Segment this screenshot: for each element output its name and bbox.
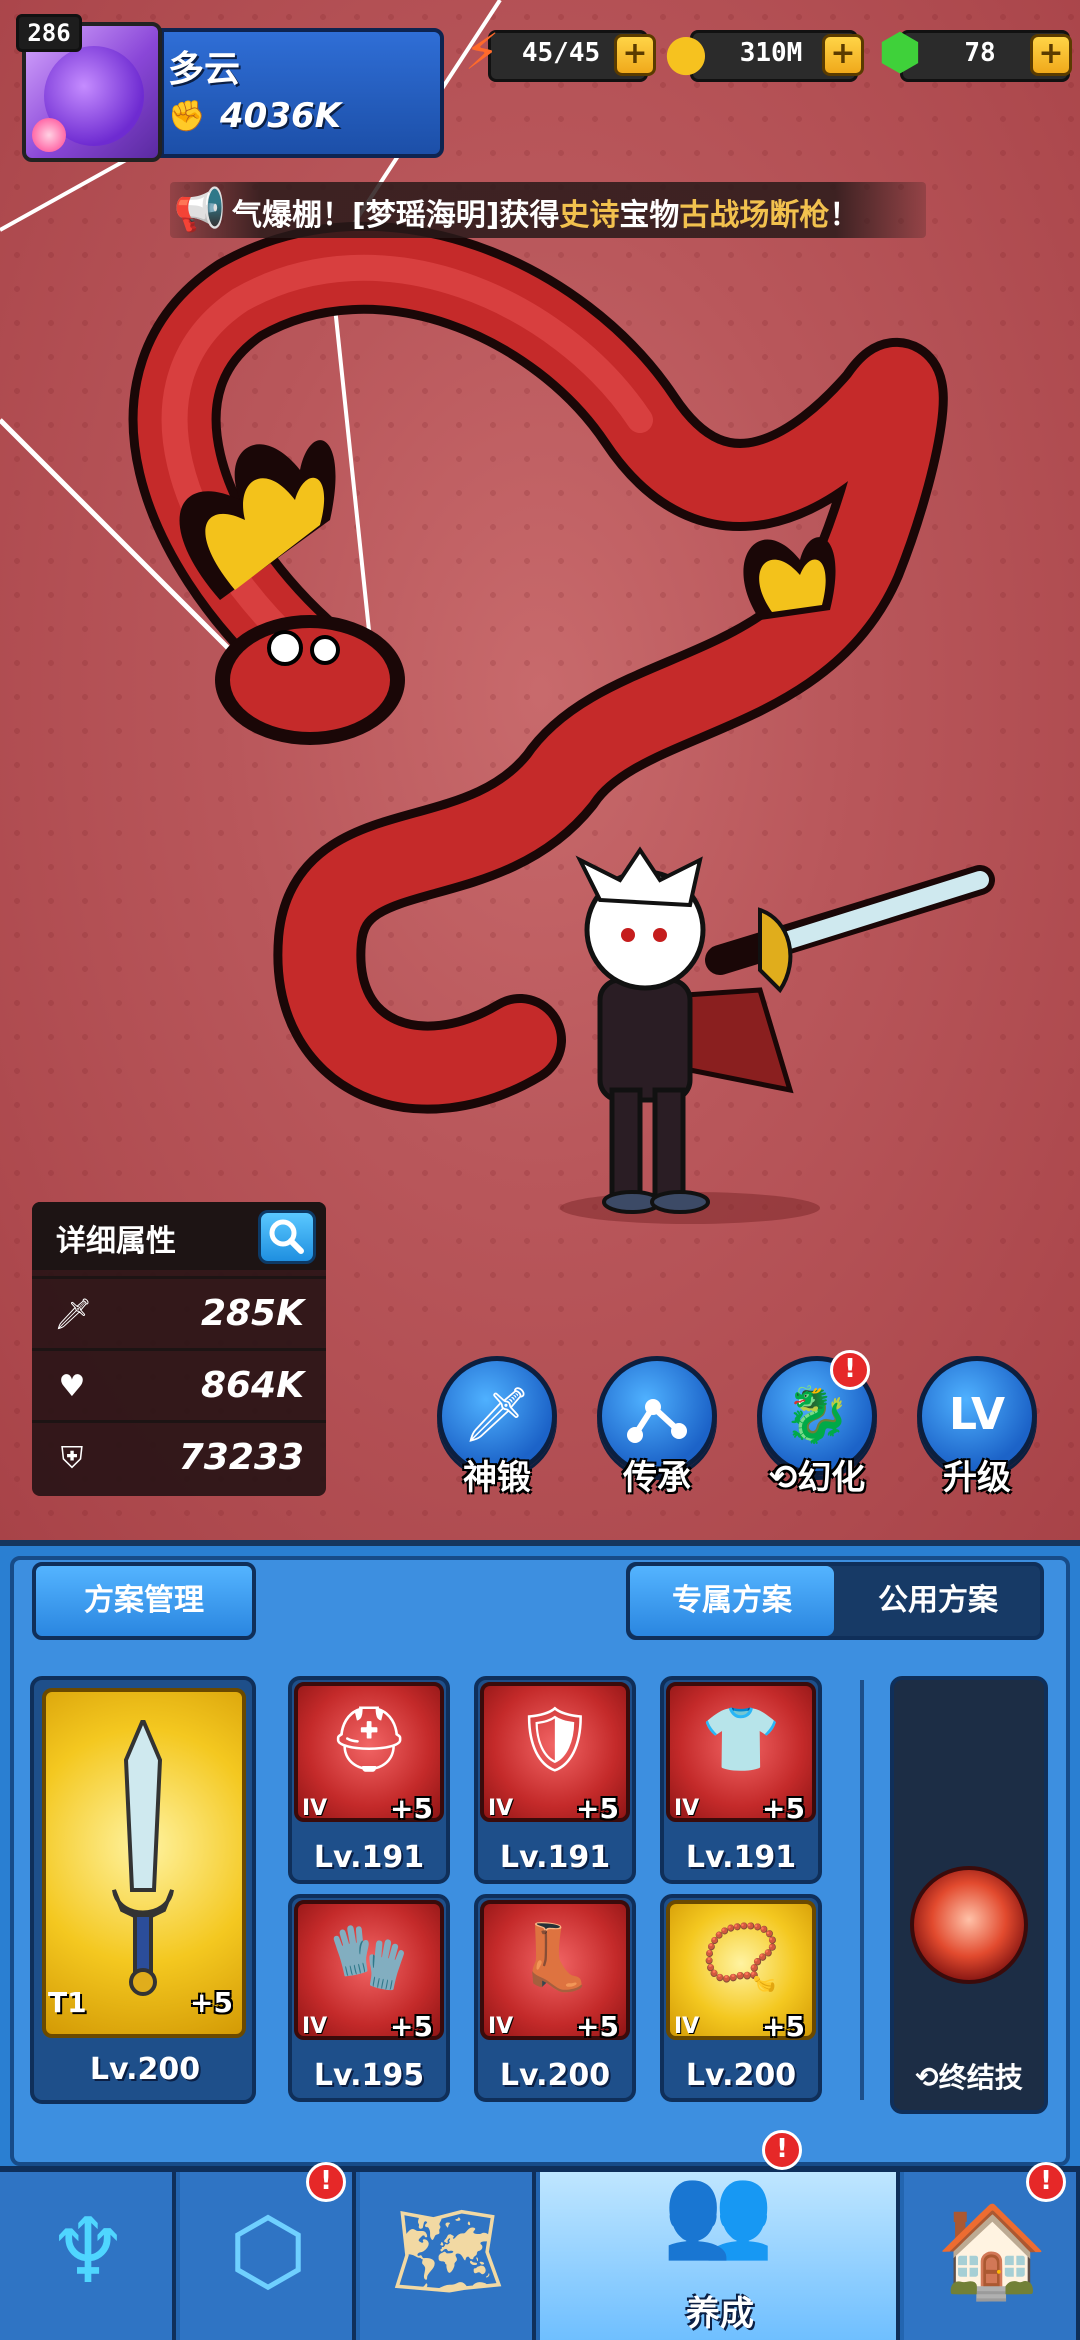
nav-item-map[interactable]: 🗺 xyxy=(360,2172,536,2340)
chest-plus: +5 xyxy=(762,1792,805,1825)
player-power: 4036K xyxy=(220,96,341,136)
plan-manage-button[interactable]: 方案管理 xyxy=(32,1562,256,1640)
weapon-level: Lv.200 xyxy=(89,2052,201,2087)
chest-tag: IV xyxy=(674,1796,700,1821)
stat-row-defense: ⛨ 73233 xyxy=(32,1420,326,1492)
avatar-flower-decoration xyxy=(32,118,66,152)
boots-plus: +5 xyxy=(576,2010,619,2043)
treasure-map-icon: 🗺 xyxy=(390,2199,506,2304)
develop-alert-badge: ! xyxy=(762,2130,802,2170)
stat-row-attack: 🗡 285K xyxy=(32,1276,326,1348)
nav-develop-label: 养成 xyxy=(686,2294,754,2334)
tab-public-plan[interactable]: 公用方案 xyxy=(836,1566,1040,1636)
fist-power-icon: ✊ xyxy=(168,99,206,134)
shield-icon: ⛨ xyxy=(60,1441,84,1476)
chest-level: Lv.191 xyxy=(685,1840,797,1875)
crystal-tower-icon: ♆ xyxy=(47,2199,129,2304)
broadcast-suffix: ！ xyxy=(829,198,860,233)
helmet-plus: +5 xyxy=(390,1792,433,1825)
weapon-plus: +5 xyxy=(190,1986,233,2019)
level-up-button[interactable]: LV 升级 xyxy=(914,1356,1040,1499)
heart-icon: ♥ xyxy=(58,1369,86,1404)
boots-icon: 👢 xyxy=(515,1921,595,1995)
upgrade-alert-badge: ! xyxy=(306,2162,346,2202)
panel-divider xyxy=(860,1680,864,2100)
lightning-icon: ⚡ xyxy=(464,23,500,81)
golden-sword-icon xyxy=(112,1720,174,1996)
shop-alert-badge: ! xyxy=(1026,2162,1066,2202)
level-up-label: 升级 xyxy=(943,1458,1011,1498)
house-icon: 🏠 xyxy=(935,2199,1049,2304)
flame-skill-icon xyxy=(910,1866,1028,1984)
attack-sword-icon: 🗡 xyxy=(54,1297,93,1332)
inherit-label: 传承 xyxy=(623,1458,691,1498)
player-name: 多云 xyxy=(168,49,241,90)
megaphone-icon: 📢 xyxy=(173,185,227,234)
stamina-value: 45/45 xyxy=(521,38,601,68)
finishing-skill-label: ⟲终结技 xyxy=(915,2061,1023,2094)
broadcast-text: 气爆棚！[梦瑶海明]获得史诗宝物古战场断枪！ xyxy=(232,190,859,234)
gauntlet-level: Lv.195 xyxy=(313,2058,425,2093)
gold-value: 310M xyxy=(739,38,803,68)
helmet-level: Lv.191 xyxy=(313,1840,425,1875)
forge-label: 神锻 xyxy=(463,1458,531,1498)
gauntlet-plus: +5 xyxy=(390,2010,433,2043)
armor-plus: +5 xyxy=(576,1792,619,1825)
magnifier-icon xyxy=(269,1219,304,1254)
armor-level: Lv.191 xyxy=(499,1840,611,1875)
chest-icon: 👕 xyxy=(701,1703,781,1777)
add-gems-button[interactable]: + xyxy=(1030,34,1072,76)
tab-exclusive-plan[interactable]: 专属方案 xyxy=(630,1566,834,1636)
necklace-tag: IV xyxy=(674,2014,700,2039)
gold-coin-icon: ● xyxy=(664,23,708,81)
hero-character xyxy=(560,846,995,1224)
forge-button[interactable]: 🗡 神锻 xyxy=(434,1356,560,1499)
broadcast-prefix: 气爆棚！[梦瑶海明]获得 xyxy=(232,198,560,233)
attack-value: 285K xyxy=(200,1293,304,1334)
character-group-icon: 👥 xyxy=(661,2159,775,2264)
armor-icon: 🛡 xyxy=(514,1703,596,1777)
armor-tag: IV xyxy=(488,1796,514,1821)
add-gold-button[interactable]: + xyxy=(822,34,864,76)
helmet-icon: ⛑ xyxy=(328,1703,410,1777)
necklace-plus: +5 xyxy=(762,2010,805,2043)
transform-label: ⟲幻化 xyxy=(768,1458,866,1498)
nav-item-battle[interactable]: ♆ xyxy=(0,2172,176,2340)
stats-panel: 详细属性 🗡 285K ♥ 864K ⛨ 73233 xyxy=(32,1202,326,1496)
weapon-tier: T1 xyxy=(48,1986,87,2019)
boots-level: Lv.200 xyxy=(499,2058,611,2093)
stat-row-health: ♥ 864K xyxy=(32,1348,326,1420)
gauntlet-icon: 🧤 xyxy=(329,1921,409,1995)
transform-alert-badge: ! xyxy=(830,1350,870,1390)
green-gem-icon: ⬢ xyxy=(878,23,922,81)
defense-value: 73233 xyxy=(178,1437,304,1478)
broadcast-rarity: 史诗 xyxy=(559,198,620,233)
health-value: 864K xyxy=(200,1365,304,1406)
necklace-level: Lv.200 xyxy=(685,2058,797,2093)
rune-hexagon-icon: ⬡ xyxy=(228,2199,308,2304)
add-stamina-button[interactable]: + xyxy=(614,34,656,76)
player-level-badge: 286 xyxy=(16,14,82,52)
helmet-tag: IV xyxy=(302,1796,328,1821)
gauntlet-tag: IV xyxy=(302,2014,328,2039)
inherit-button[interactable]: 传承 xyxy=(594,1356,720,1499)
stats-detail-button[interactable] xyxy=(258,1210,316,1264)
necklace-icon: 📿 xyxy=(701,1921,781,1995)
broadcast-middle: 宝物 xyxy=(619,198,680,233)
gems-value: 78 xyxy=(964,38,996,68)
boots-tag: IV xyxy=(488,2014,514,2039)
stats-title: 详细属性 xyxy=(56,1224,176,1259)
broadcast-item: 古战场断枪 xyxy=(679,198,830,233)
